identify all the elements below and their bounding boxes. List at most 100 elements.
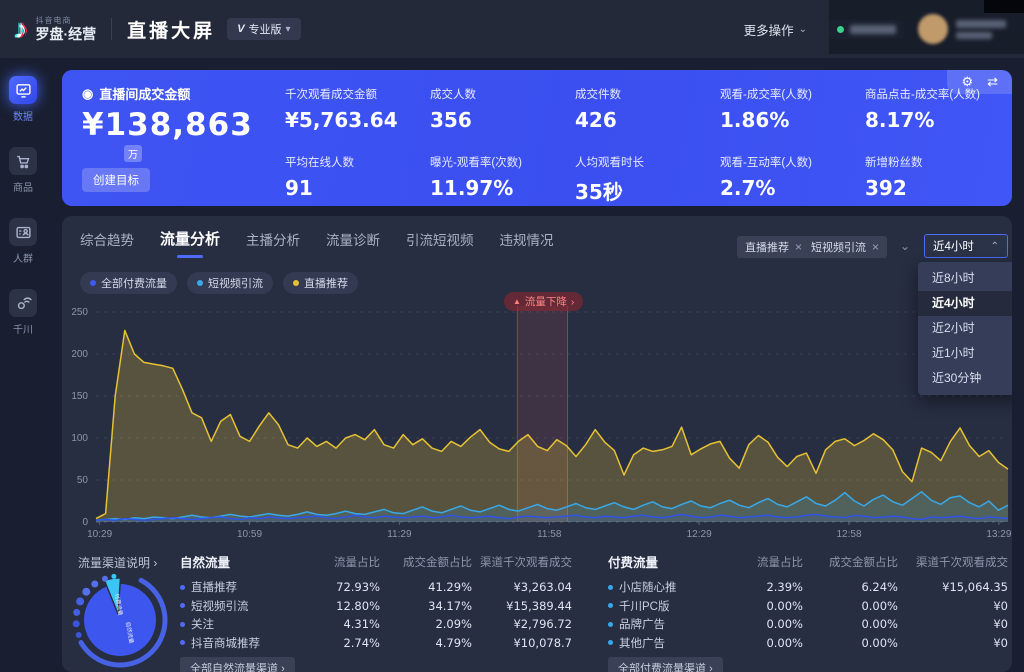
avatar[interactable] <box>918 14 948 44</box>
arrow-right-icon: › <box>571 296 575 308</box>
svg-text:50: 50 <box>77 475 89 486</box>
close-icon[interactable]: × <box>872 240 879 254</box>
table-row[interactable]: 短视频引流 12.80%34.17%¥15,389.44 <box>180 597 572 616</box>
series-dot <box>608 622 613 627</box>
legend-dot <box>293 280 299 286</box>
sidebar-item-label: 人群 <box>13 250 33 265</box>
metric-cell: 成交件数426 <box>575 86 720 132</box>
option-1h[interactable]: 近1小时 <box>918 341 1012 366</box>
metric-cell: 千次观看成交金额¥5,763.64 <box>285 86 430 132</box>
tab-bar: 综合趋势 流量分析 主播分析 流量诊断 引流短视频 违规情况 <box>80 228 554 258</box>
redacted-status-text <box>850 25 896 34</box>
option-4h[interactable]: 近4小时 <box>918 291 1012 316</box>
legend-item-paid-total[interactable]: 全部付费流量 <box>80 272 177 294</box>
metric-cell: 曝光-观看率(次数)11.97% <box>430 154 575 205</box>
col-header: 渠道千次观看成交 <box>472 554 572 570</box>
svg-text:12:58: 12:58 <box>836 529 861 540</box>
chip-label: 短视频引流 <box>811 239 866 255</box>
live-status-badge[interactable] <box>829 20 904 39</box>
chevron-down-icon[interactable]: ⌄ <box>900 239 910 253</box>
table-title: 付费流量 <box>608 552 723 571</box>
chevron-down-icon: ▾ <box>286 24 291 35</box>
table-row[interactable]: 千川PC版 0.00%0.00%¥0 <box>608 597 1008 616</box>
chevron-down-icon: ⌄ <box>799 24 807 35</box>
douyin-logo-icon: ♪ <box>14 14 28 45</box>
metric-cell: 人均观看时长35秒 <box>575 154 720 205</box>
filter-chip-live-recommend[interactable]: 直播推荐 × <box>737 236 810 258</box>
main-metric-value: ¥138,863 <box>82 107 253 143</box>
tab-overall-trend[interactable]: 综合趋势 <box>80 229 134 258</box>
tab-traffic-analysis[interactable]: 流量分析 <box>160 228 220 258</box>
tab-traffic-diagnosis[interactable]: 流量诊断 <box>326 229 380 258</box>
time-range-select[interactable]: 近4小时 ⌃ <box>924 234 1008 258</box>
table-row[interactable]: 关注 4.31%2.09%¥2,796.72 <box>180 615 572 634</box>
metric-grid: 千次观看成交金额¥5,763.64 成交人数356 成交件数426 观看-成交率… <box>285 86 1010 205</box>
sidebar-item-audience[interactable]: 人群 <box>9 218 37 265</box>
redaction-strip <box>984 0 1024 13</box>
series-dot <box>608 640 613 645</box>
legend-label: 短视频引流 <box>208 275 263 291</box>
col-header: 成交金额占比 <box>380 554 472 570</box>
main-metric-block: ◉ 直播间成交金额 ¥138,863 万 创建目标 <box>82 84 253 192</box>
version-badge[interactable]: V 专业版 ▾ <box>227 18 300 40</box>
tab-violations[interactable]: 违规情况 <box>500 229 554 258</box>
table-row[interactable]: 直播推荐 72.93%41.29%¥3,263.04 <box>180 578 572 597</box>
table-row[interactable]: 小店随心推 2.39%6.24%¥15,064.35 <box>608 578 1008 597</box>
filter-chip-short-video[interactable]: 短视频引流 × <box>803 236 887 258</box>
close-icon[interactable]: × <box>795 240 802 254</box>
main-metric-label: 直播间成交金额 <box>99 84 190 103</box>
sidebar-item-label: 数据 <box>13 108 33 123</box>
svg-text:150: 150 <box>71 391 88 402</box>
left-sidebar: 数据 商品 人群 千川 <box>0 58 46 672</box>
option-2h[interactable]: 近2小时 <box>918 316 1012 341</box>
version-label: 专业版 <box>249 21 282 37</box>
redacted-user-name <box>956 20 1006 39</box>
sidebar-item-label: 千川 <box>13 321 33 336</box>
table-row[interactable]: 其他广告 0.00%0.00%¥0 <box>608 634 1008 653</box>
all-natural-channels-button[interactable]: 全部自然流量渠道 › <box>180 657 295 672</box>
chip-label: 直播推荐 <box>745 239 789 255</box>
arrow-right-icon: › <box>281 663 285 672</box>
live-dashboard: ♪ 抖音电商 罗盘·经营 直播大屏 V 专业版 ▾ 更多操作 ⌄ <box>0 0 1024 672</box>
traffic-donut-chart: 付费流量 自然流量 <box>68 568 172 672</box>
series-dot <box>180 640 185 645</box>
sidebar-item-data[interactable]: 数据 <box>9 76 37 123</box>
analytics-panel: 综合趋势 流量分析 主播分析 流量诊断 引流短视频 违规情况 直播推荐 × 短视… <box>62 216 1012 672</box>
series-dot <box>608 585 613 590</box>
time-range-dropdown: 近8小时 近4小时 近2小时 近1小时 近30分钟 <box>918 262 1012 395</box>
annotation-label: 流量下降 <box>525 294 567 309</box>
brand-top-label: 抖音电商 <box>36 16 97 25</box>
option-30m[interactable]: 近30分钟 <box>918 366 1012 391</box>
sidebar-item-label: 商品 <box>13 179 33 194</box>
sidebar-item-qianchuan[interactable]: 千川 <box>9 289 37 336</box>
create-goal-button[interactable]: 创建目标 <box>82 168 150 192</box>
time-range-value: 近4小时 <box>933 238 974 254</box>
metric-cell: 商品点击-成交率(人数)8.17% <box>865 86 1010 132</box>
warning-icon: ▲ <box>513 297 521 306</box>
paid-traffic-table: 付费流量 流量占比 成交金额占比 渠道千次观看成交 小店随心推 2.39%6.2… <box>608 552 1008 672</box>
more-actions-label: 更多操作 <box>744 20 794 39</box>
col-header: 流量占比 <box>298 554 380 570</box>
svg-text:11:58: 11:58 <box>537 529 562 540</box>
page-title: 直播大屏 <box>127 16 215 43</box>
table-row[interactable]: 品牌广告 0.00%0.00%¥0 <box>608 615 1008 634</box>
tab-short-video[interactable]: 引流短视频 <box>406 229 474 258</box>
tab-host-analysis[interactable]: 主播分析 <box>246 229 300 258</box>
option-8h[interactable]: 近8小时 <box>918 266 1012 291</box>
unit-badge: 万 <box>124 145 142 162</box>
chevron-up-icon: ⌃ <box>991 241 999 252</box>
data-screen-icon <box>9 76 37 104</box>
legend-item-live-recommend[interactable]: 直播推荐 <box>283 272 358 294</box>
legend-item-short-video[interactable]: 短视频引流 <box>187 272 273 294</box>
divider <box>111 18 112 40</box>
svg-text:0: 0 <box>82 517 88 528</box>
all-paid-channels-button[interactable]: 全部付费流量渠道 › <box>608 657 723 672</box>
sidebar-item-goods[interactable]: 商品 <box>9 147 37 194</box>
more-actions-button[interactable]: 更多操作 ⌄ <box>744 20 807 39</box>
top-bar: ♪ 抖音电商 罗盘·经营 直播大屏 V 专业版 ▾ 更多操作 ⌄ <box>0 0 1024 58</box>
traffic-drop-annotation[interactable]: ▲ 流量下降 › <box>504 292 583 311</box>
table-row[interactable]: 抖音商城推荐 2.74%4.79%¥10,078.7 <box>180 634 572 653</box>
legend-label: 直播推荐 <box>304 275 348 291</box>
brand-block: 抖音电商 罗盘·经营 <box>36 16 97 41</box>
svg-text:13:29: 13:29 <box>986 529 1011 540</box>
